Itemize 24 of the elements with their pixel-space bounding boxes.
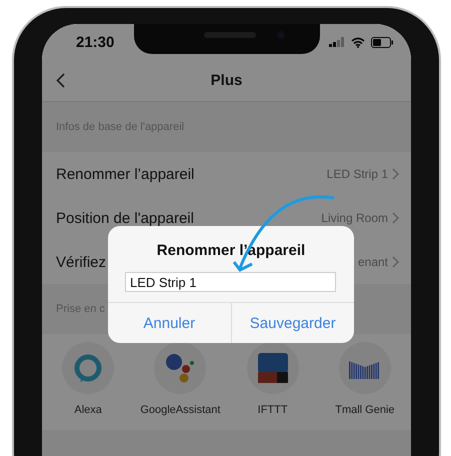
chevron-icon bbox=[392, 168, 399, 180]
row-value: LED Strip 1 bbox=[326, 167, 388, 181]
integration-label: Alexa bbox=[74, 404, 102, 416]
battery-icon bbox=[371, 36, 393, 48]
signal-icon bbox=[329, 37, 345, 47]
nav-title: Plus bbox=[210, 72, 242, 89]
row-value: Living Room bbox=[321, 211, 388, 225]
integration-label: IFTTT bbox=[258, 404, 288, 416]
row-label[interactable]: Renommer l’appareil bbox=[56, 166, 327, 182]
dialog-button[interactable]: Sauvegarder bbox=[230, 303, 354, 343]
wifi-icon bbox=[351, 36, 365, 48]
dots-icon bbox=[164, 353, 196, 383]
back-icon[interactable] bbox=[56, 73, 65, 88]
dialog-button[interactable]: Annuler bbox=[108, 303, 230, 343]
row-value: enant bbox=[358, 255, 388, 269]
status-time: 21:30 bbox=[76, 34, 114, 50]
chevron-icon bbox=[392, 256, 399, 268]
name-input-field[interactable]: LED Strip 1 bbox=[125, 272, 336, 292]
integration-label: Tmall Genie bbox=[335, 404, 395, 416]
chevron-icon bbox=[392, 212, 399, 224]
integration-label: GoogleAssistant bbox=[140, 404, 220, 416]
blocks-icon bbox=[258, 353, 288, 383]
row-label[interactable]: Position de l'appareil bbox=[56, 210, 322, 226]
ring-icon bbox=[73, 353, 104, 383]
